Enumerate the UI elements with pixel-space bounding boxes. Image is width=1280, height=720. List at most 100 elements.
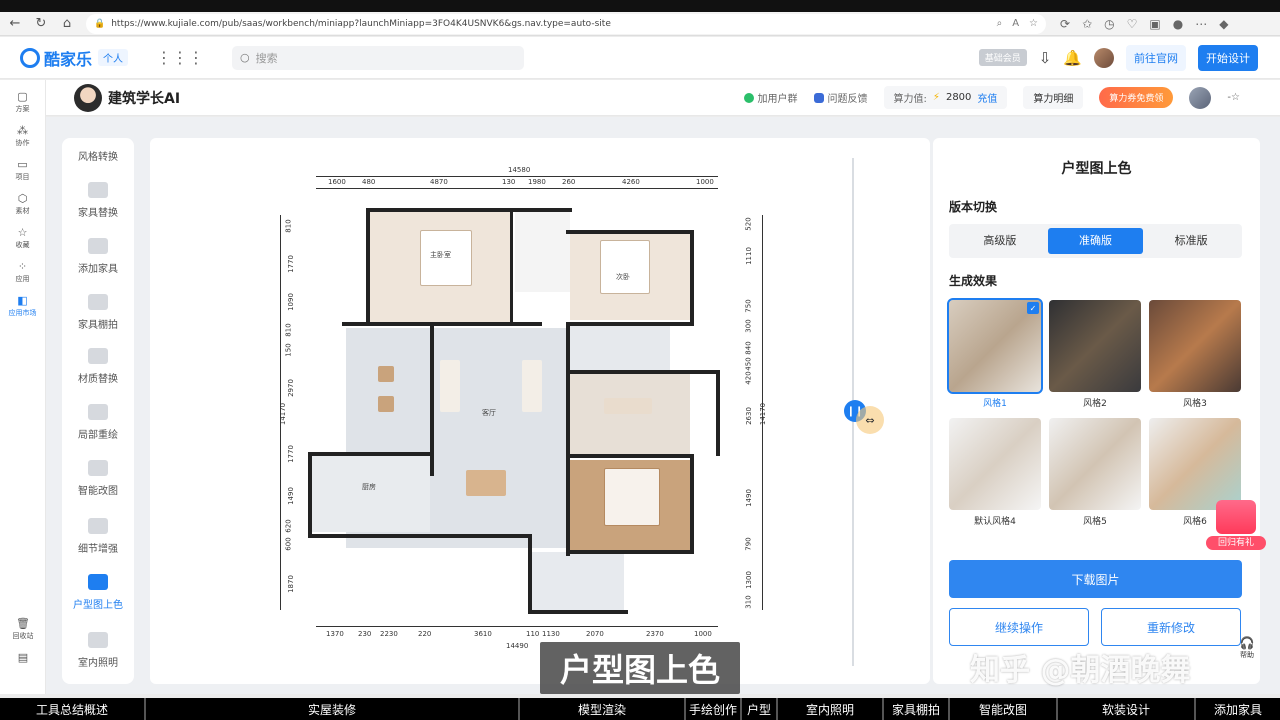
chapter-3[interactable]: 手绘创作 <box>686 698 742 720</box>
header-actions: 基础会员 ⇩ 🔔 前往官网 开始设计 <box>978 44 1280 71</box>
apps-grid-icon[interactable]: ⋮⋮⋮ <box>156 48 204 67</box>
tool-material-replace[interactable]: 材质替换 <box>62 348 134 385</box>
chapter-9[interactable]: 添加家具 <box>1196 698 1280 720</box>
collections-icon[interactable]: ▣ <box>1149 17 1160 31</box>
logo[interactable]: 酷家乐 <box>20 46 92 70</box>
chapter-6[interactable]: 家具棚拍 <box>884 698 950 720</box>
recharge-button[interactable]: 充值 <box>977 90 997 105</box>
wall <box>566 322 694 326</box>
tool-furniture-replace[interactable]: 家具替换 <box>62 182 134 219</box>
trash-icon: 🗑 <box>16 617 30 630</box>
address-bar[interactable]: 🔒 https://www.kujiale.com/pub/saas/workb… <box>86 13 1046 34</box>
chapter-2[interactable]: 模型渲染 <box>520 698 686 720</box>
dim-right-1: 1110 <box>744 247 753 265</box>
download-icon[interactable]: ⇩ <box>1039 49 1052 67</box>
refresh-icon[interactable]: ↻ <box>30 13 52 35</box>
rail-item-projects[interactable]: ▭ 项目 <box>0 158 45 182</box>
dim-line-top <box>316 176 718 177</box>
version-standard[interactable]: 标准版 <box>1143 228 1239 254</box>
menu-icon[interactable]: ⋯ <box>1195 17 1207 31</box>
dim-bottom-5: 110 <box>526 630 540 638</box>
chapter-7[interactable]: 智能改图 <box>950 698 1058 720</box>
tool-style-transfer[interactable]: 风格转换 <box>62 148 134 163</box>
copilot-icon[interactable]: ◆ <box>1219 17 1228 31</box>
dim-line-bottom <box>316 626 718 627</box>
version-accurate[interactable]: 准确版 <box>1047 228 1144 254</box>
continue-button[interactable]: 继续操作 <box>949 608 1089 646</box>
user-avatar[interactable] <box>1189 86 1212 109</box>
dim-top-total: 14580 <box>508 166 531 174</box>
chapter-8[interactable]: 软装设计 <box>1058 698 1196 720</box>
apps-icon: ⁘ <box>17 260 28 273</box>
health-icon[interactable]: ♡ <box>1127 17 1138 31</box>
market-icon: ◧ <box>17 294 28 307</box>
power-detail-button[interactable]: 算力明细 <box>1023 86 1084 109</box>
tool-floorplan-color[interactable]: 户型图上色 <box>62 574 134 611</box>
ai-title: 建筑学长AI <box>108 90 181 107</box>
rail-item-apps[interactable]: ⁘ 应用 <box>0 260 45 284</box>
free-coupon-button[interactable]: 算力券免费领 <box>1099 87 1174 108</box>
style-thumb-4[interactable] <box>949 418 1041 510</box>
version-advanced[interactable]: 高级版 <box>952 228 1048 254</box>
style-thumb-1[interactable]: ✓ <box>947 298 1043 394</box>
start-design-button[interactable]: 开始设计 <box>1198 44 1258 71</box>
dim-right-7: 2630 <box>744 407 753 425</box>
room-label-living: 客厅 <box>482 409 496 417</box>
help-button[interactable]: 🎧 帮助 <box>1234 636 1260 666</box>
favorites-icon[interactable]: ✩ <box>1082 17 1092 31</box>
dim-top-6: 4260 <box>622 178 640 186</box>
version-switch: 高级版 准确版 标准版 <box>949 224 1242 258</box>
feedback-link[interactable]: 问题反馈 <box>813 90 868 105</box>
dim-right-10: 1300 <box>744 571 753 589</box>
style-thumb-2[interactable] <box>1049 300 1141 392</box>
chapter-0[interactable]: 工具总结概述 <box>0 698 146 720</box>
rail-item-materials[interactable]: ⬡ 素材 <box>0 192 45 216</box>
search-input[interactable]: ○ 搜索 <box>232 45 525 70</box>
zoom-icon[interactable]: ⌕ <box>997 18 1003 29</box>
profile-icon[interactable]: ● <box>1173 17 1183 31</box>
read-aloud-icon[interactable]: A <box>1012 18 1019 29</box>
wall <box>366 208 572 212</box>
tool-smart-edit[interactable]: 智能改图 <box>62 460 134 497</box>
rail-item-favorites[interactable]: ☆ 收藏 <box>0 226 45 250</box>
add-group-link[interactable]: 加用户群 <box>743 90 798 105</box>
gift-badge[interactable]: 回归有礼 <box>1206 500 1266 552</box>
rail-item-plans[interactable]: ▢ 方案 <box>0 90 45 114</box>
tool-furniture-shoot[interactable]: 家具棚拍 <box>62 294 134 331</box>
chapter-4[interactable]: 户型 <box>742 698 778 720</box>
tool-inpaint[interactable]: 局部重绘 <box>62 404 134 441</box>
wall <box>342 322 542 326</box>
tool-add-furniture[interactable]: 添加家具 <box>62 238 134 275</box>
rail-item-app-market[interactable]: ◧ 应用市场 <box>0 294 45 318</box>
rail-item-collab[interactable]: ⁂ 协作 <box>0 124 45 148</box>
rail-item-trash[interactable]: 🗑 回收站 <box>0 617 46 641</box>
style-thumb-3[interactable] <box>1149 300 1241 392</box>
extensions-icon[interactable]: ⟳ <box>1060 17 1070 31</box>
style-thumb-5[interactable] <box>1049 418 1141 510</box>
chapter-1[interactable]: 实屋装修 <box>146 698 520 720</box>
rail-item-collapse[interactable]: ▤ <box>0 651 46 664</box>
light-icon <box>88 632 108 648</box>
style-thumb-6[interactable] <box>1149 418 1241 510</box>
dim-left-2: 1090 <box>286 293 295 311</box>
avatar[interactable] <box>1094 47 1114 68</box>
video-caption: 户型图上色 <box>540 642 740 694</box>
history-icon[interactable]: ◷ <box>1104 17 1114 31</box>
style-label-3: 风格3 <box>1183 399 1207 409</box>
notification-bell-icon[interactable]: 🔔 <box>1063 49 1082 67</box>
back-icon[interactable]: ← <box>4 13 26 35</box>
official-site-button[interactable]: 前往官网 <box>1126 44 1186 71</box>
image-edit-icon <box>88 460 108 476</box>
tool-lighting[interactable]: 室内照明 <box>62 632 134 669</box>
modify-again-button[interactable]: 重新修改 <box>1101 608 1241 646</box>
member-badge[interactable]: 基础会员 <box>978 49 1027 66</box>
dim-left-total: 14170 <box>279 402 288 426</box>
account-switch[interactable]: 个人 <box>98 49 129 66</box>
rating-star[interactable]: -☆ <box>1227 92 1240 103</box>
favorite-icon[interactable]: ☆ <box>1029 18 1038 29</box>
download-image-button[interactable]: 下载图片 <box>949 560 1242 598</box>
tool-detail-enhance[interactable]: 细节增强 <box>62 518 134 555</box>
room-kitchen <box>312 456 430 532</box>
chapter-5[interactable]: 室内照明 <box>778 698 884 720</box>
home-icon[interactable]: ⌂ <box>56 13 78 35</box>
